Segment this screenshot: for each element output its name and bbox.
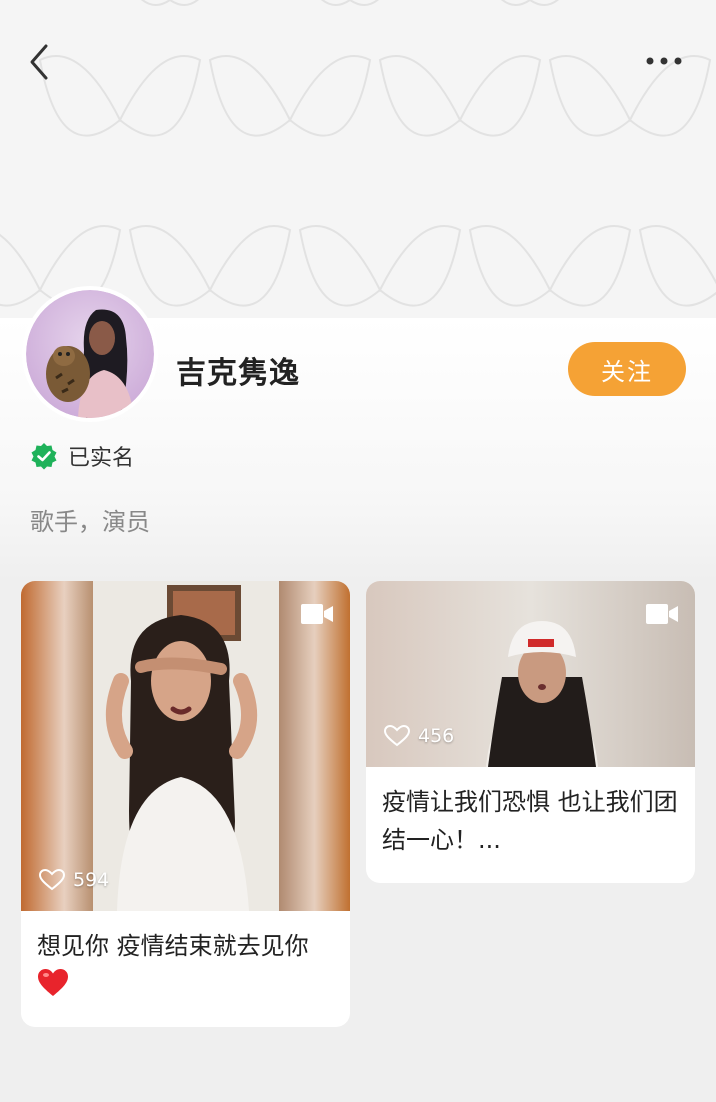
post-caption: 疫情让我们恐惧 也让我们团结一心！... (382, 788, 678, 854)
bio: 歌手，演员 (30, 508, 150, 536)
heart-outline-icon (39, 869, 65, 891)
post-card[interactable]: 456 疫情让我们恐惧 也让我们团结一心！... (366, 581, 695, 883)
post-caption: 想见你 疫情结束就去见你 (37, 927, 335, 1003)
video-thumbnail[interactable] (21, 581, 350, 911)
video-icon (301, 604, 333, 624)
header-background (0, 0, 716, 318)
back-button[interactable] (26, 42, 56, 82)
heart-emoji (38, 969, 68, 996)
post-caption-text: 想见你 疫情结束就去见你 (37, 932, 309, 960)
avatar[interactable] (26, 290, 154, 418)
follow-button[interactable]: 关注 (568, 342, 686, 396)
header-pattern (0, 0, 716, 307)
like-count[interactable]: 594 (39, 869, 109, 891)
username: 吉克隽逸 (176, 356, 300, 391)
like-count-value: 456 (418, 725, 455, 747)
verified-label: 已实名 (68, 446, 135, 471)
like-count[interactable]: 456 (384, 725, 454, 747)
verified-badge: 已实名 (30, 440, 134, 472)
heart-outline-icon (384, 725, 410, 747)
video-icon (646, 604, 678, 624)
more-button[interactable] (640, 48, 688, 74)
post-card[interactable]: 594 想见你 疫情结束就去见你 (21, 581, 350, 1027)
verified-badge-icon (31, 443, 57, 470)
back-arrow-icon (30, 44, 48, 80)
more-icon (646, 57, 682, 65)
like-count-value: 594 (73, 869, 110, 891)
